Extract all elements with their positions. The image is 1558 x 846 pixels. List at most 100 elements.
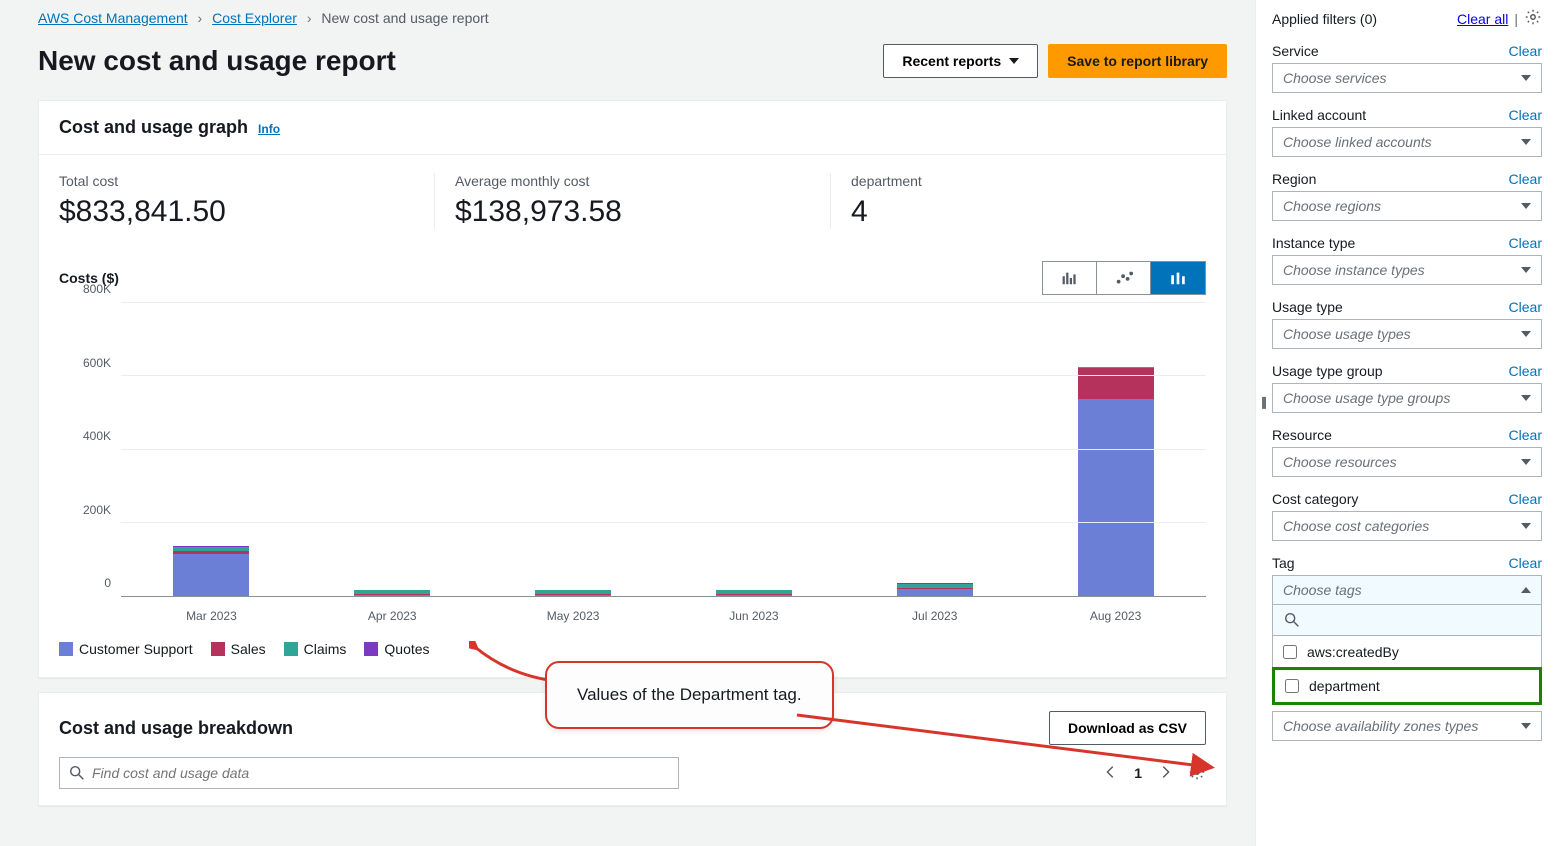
- az-placeholder: Choose availability zones types: [1283, 718, 1478, 734]
- breadcrumb-cost-explorer[interactable]: Cost Explorer: [212, 10, 297, 26]
- total-cost-value: $833,841.50: [59, 195, 414, 229]
- clear-filter-link[interactable]: Clear: [1509, 427, 1542, 443]
- collapse-handle-icon[interactable]: ❚❚: [1255, 395, 1269, 409]
- y-tick: 800K: [83, 282, 111, 296]
- bar-column: [844, 303, 1025, 596]
- clear-filter-link[interactable]: Clear: [1509, 171, 1542, 187]
- caret-down-icon: [1009, 58, 1019, 64]
- download-csv-button[interactable]: Download as CSV: [1049, 711, 1206, 745]
- bar-segment[interactable]: [173, 554, 249, 596]
- next-page-button[interactable]: [1156, 763, 1174, 784]
- chart-area: 0200K400K600K800K Mar 2023Apr 2023May 20…: [59, 303, 1206, 623]
- filter-group: Instance type Clear Choose instance type…: [1272, 235, 1542, 285]
- tag-checkbox[interactable]: [1285, 679, 1299, 693]
- caret-down-icon: [1521, 395, 1531, 401]
- clear-filter-link[interactable]: Clear: [1509, 107, 1542, 123]
- bar-segment[interactable]: [354, 595, 430, 596]
- filter-label: Instance type: [1272, 235, 1355, 251]
- filter-placeholder: Choose services: [1283, 70, 1387, 86]
- filters-sidebar: ❚❚ Applied filters (0) Clear all | Servi…: [1255, 0, 1558, 846]
- y-tick: 200K: [83, 503, 111, 517]
- caret-down-icon: [1521, 203, 1531, 209]
- chart-type-toggle: [1042, 261, 1206, 295]
- filter-group-tag: Tag Clear Choose tags aws:createdBy depa…: [1272, 555, 1542, 741]
- filter-select[interactable]: Choose linked accounts: [1272, 127, 1542, 157]
- recent-reports-button[interactable]: Recent reports: [883, 44, 1038, 78]
- info-link[interactable]: Info: [258, 122, 280, 136]
- legend-item[interactable]: Quotes: [364, 641, 429, 657]
- tag-checkbox[interactable]: [1283, 645, 1297, 659]
- bar-column: [1025, 303, 1206, 596]
- breadcrumb: AWS Cost Management › Cost Explorer › Ne…: [38, 10, 1227, 26]
- clear-filter-link[interactable]: Clear: [1509, 363, 1542, 379]
- save-button[interactable]: Save to report library: [1048, 44, 1227, 78]
- bar-column: [483, 303, 664, 596]
- tag-dropdown: aws:createdBy department: [1272, 605, 1542, 705]
- x-tick: Apr 2023: [302, 603, 483, 623]
- bar-column: [302, 303, 483, 596]
- filter-placeholder: Choose linked accounts: [1283, 134, 1432, 150]
- clear-filter-link[interactable]: Clear: [1509, 491, 1542, 507]
- tag-select[interactable]: Choose tags: [1272, 575, 1542, 605]
- filter-select[interactable]: Choose regions: [1272, 191, 1542, 221]
- filter-group: Usage type group Clear Choose usage type…: [1272, 363, 1542, 413]
- bar-chart-icon[interactable]: [1043, 262, 1097, 294]
- bar-segment[interactable]: [716, 595, 792, 596]
- stacked-bar-chart-icon[interactable]: [1151, 262, 1205, 294]
- bar-segment[interactable]: [535, 595, 611, 596]
- filter-placeholder: Choose instance types: [1283, 262, 1425, 278]
- filter-group: Linked account Clear Choose linked accou…: [1272, 107, 1542, 157]
- filter-select[interactable]: Choose instance types: [1272, 255, 1542, 285]
- bar-segment[interactable]: [1078, 368, 1154, 399]
- settings-icon[interactable]: [1188, 763, 1206, 784]
- recent-reports-label: Recent reports: [902, 53, 1001, 69]
- legend-item[interactable]: Claims: [284, 641, 347, 657]
- clear-filter-link[interactable]: Clear: [1509, 235, 1542, 251]
- filter-select[interactable]: Choose services: [1272, 63, 1542, 93]
- search-input-wrapper[interactable]: [59, 757, 679, 789]
- search-input[interactable]: [92, 765, 670, 781]
- bar-segment[interactable]: [1078, 399, 1154, 596]
- main-content: AWS Cost Management › Cost Explorer › Ne…: [0, 0, 1255, 846]
- caret-down-icon: [1521, 75, 1531, 81]
- filter-select[interactable]: Choose resources: [1272, 447, 1542, 477]
- pagination: 1: [1102, 763, 1206, 784]
- legend-label: Customer Support: [79, 641, 193, 657]
- line-chart-icon[interactable]: [1097, 262, 1151, 294]
- clear-filter-link[interactable]: Clear: [1509, 299, 1542, 315]
- clear-filter-link[interactable]: Clear: [1509, 43, 1542, 59]
- caret-down-icon: [1521, 267, 1531, 273]
- caret-down-icon: [1521, 331, 1531, 337]
- caret-up-icon: [1521, 587, 1531, 593]
- filter-select[interactable]: Choose usage type groups: [1272, 383, 1542, 413]
- panel-title: Cost and usage graph: [59, 117, 248, 138]
- filter-select[interactable]: Choose usage types: [1272, 319, 1542, 349]
- chevron-right-icon: ›: [198, 10, 203, 26]
- legend-swatch: [364, 642, 378, 656]
- legend-item[interactable]: Customer Support: [59, 641, 193, 657]
- breadcrumb-root[interactable]: AWS Cost Management: [38, 10, 188, 26]
- filter-label: Region: [1272, 171, 1316, 187]
- tag-option-aws-createdby[interactable]: aws:createdBy: [1273, 636, 1541, 668]
- filter-placeholder: Choose usage type groups: [1283, 390, 1450, 406]
- az-type-select[interactable]: Choose availability zones types: [1272, 711, 1542, 741]
- filter-select[interactable]: Choose cost categories: [1272, 511, 1542, 541]
- clear-tag-link[interactable]: Clear: [1509, 555, 1542, 571]
- bar-segment[interactable]: [897, 589, 973, 596]
- prev-page-button[interactable]: [1102, 763, 1120, 784]
- legend-item[interactable]: Sales: [211, 641, 266, 657]
- legend-swatch: [284, 642, 298, 656]
- tag-search[interactable]: [1273, 605, 1541, 636]
- legend-label: Quotes: [384, 641, 429, 657]
- filter-label: Resource: [1272, 427, 1332, 443]
- y-tick: 0: [104, 576, 111, 590]
- clear-all-link[interactable]: Clear all: [1457, 11, 1508, 27]
- legend-swatch: [59, 642, 73, 656]
- tag-option-label: department: [1309, 678, 1380, 694]
- legend-label: Claims: [304, 641, 347, 657]
- x-tick: May 2023: [483, 603, 664, 623]
- gear-icon[interactable]: [1524, 8, 1542, 29]
- legend-swatch: [211, 642, 225, 656]
- tag-option-department[interactable]: department: [1272, 667, 1542, 705]
- filter-placeholder: Choose regions: [1283, 198, 1381, 214]
